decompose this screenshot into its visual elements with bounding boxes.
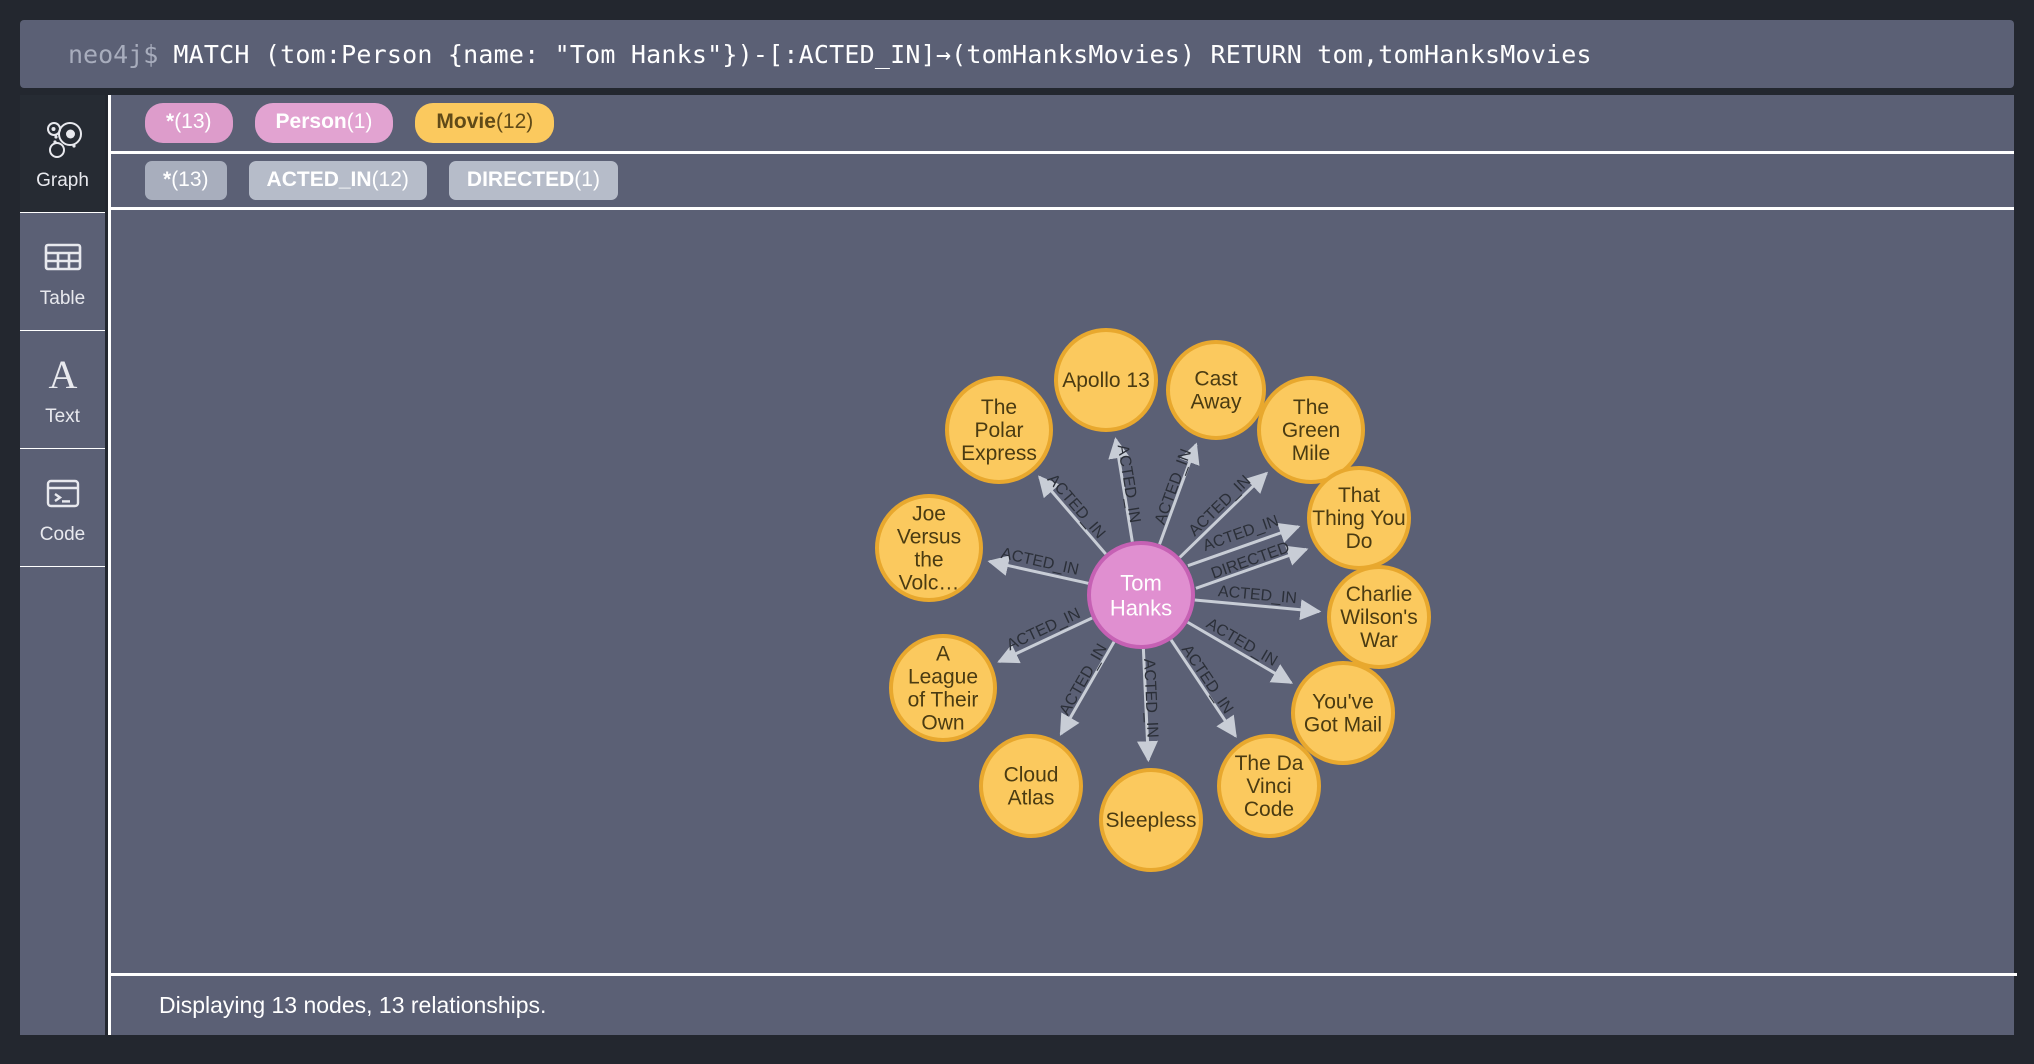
- graph-node[interactable]: JoeVersustheVolc…: [875, 494, 983, 602]
- relationship-caption: ACTED_IN: [1186, 472, 1255, 539]
- pill-name: Person: [275, 110, 347, 134]
- svg-text:A: A: [48, 353, 77, 397]
- node-circle[interactable]: [945, 376, 1053, 484]
- graph-node[interactable]: ThePolarExpress: [945, 376, 1053, 484]
- pill-count: (12): [371, 167, 409, 191]
- sidebar-label-code: Code: [39, 524, 86, 545]
- node-label-pill-movie[interactable]: Movie(12): [415, 103, 555, 143]
- view-mode-sidebar: Graph Table A Text Code: [20, 95, 105, 1035]
- pill-name: Movie: [436, 110, 496, 134]
- node-circle[interactable]: [1099, 768, 1203, 872]
- node-circle[interactable]: [1054, 328, 1158, 432]
- graph-node[interactable]: CloudAtlas: [979, 734, 1083, 838]
- status-message: Displaying 13 nodes, 13 relationships.: [159, 992, 547, 1018]
- graph-relationship[interactable]: [1194, 598, 1322, 621]
- pill-name: *: [163, 167, 172, 191]
- node-circle[interactable]: [889, 634, 997, 742]
- graph-node[interactable]: Apollo 13: [1054, 328, 1158, 432]
- relationship-caption: DIRECTED: [1209, 539, 1292, 582]
- graph-node[interactable]: CastAway: [1166, 340, 1266, 440]
- query-editor[interactable]: neo4j$ MATCH (tom:Person {name: "Tom Han…: [20, 20, 2014, 88]
- node-circle[interactable]: [1327, 565, 1431, 669]
- relationship-pill-all[interactable]: *(13): [145, 160, 227, 201]
- graph-relationship[interactable]: [1186, 620, 1294, 685]
- node-circle[interactable]: [979, 734, 1083, 838]
- graph-node-center[interactable]: TomHanks: [1087, 541, 1195, 649]
- sidebar-item-table[interactable]: Table: [20, 213, 105, 331]
- relationship-type-pill-row: *(13) ACTED_IN(12) DIRECTED(1): [111, 154, 2014, 210]
- graph-relationship[interactable]: [1108, 437, 1134, 542]
- node-circle[interactable]: [1291, 661, 1395, 765]
- graph-relationship[interactable]: [1195, 545, 1309, 590]
- node-label-pill-person[interactable]: Person(1): [254, 103, 394, 143]
- graph-relationship[interactable]: [997, 616, 1093, 664]
- sidebar-item-code[interactable]: Code: [20, 449, 105, 567]
- text-icon: A: [41, 353, 85, 397]
- graph-relationship[interactable]: [1178, 471, 1269, 559]
- sidebar-item-graph[interactable]: Graph: [20, 95, 105, 213]
- graph-relationship[interactable]: [1158, 442, 1200, 545]
- relationship-caption: ACTED_IN: [1044, 471, 1109, 542]
- sidebar-item-text[interactable]: A Text: [20, 331, 105, 449]
- pill-count: (13): [174, 110, 212, 134]
- result-panel: *(13) Person(1) Movie(12) *(13) ACTED_IN…: [108, 95, 2017, 1035]
- sidebar-label-text: Text: [45, 406, 80, 427]
- relationship-pill-acted-in[interactable]: ACTED_IN(12): [248, 160, 427, 201]
- graph-relationship[interactable]: [1137, 648, 1158, 763]
- graph-relationship[interactable]: [987, 555, 1089, 585]
- pill-name: DIRECTED: [466, 167, 575, 191]
- sidebar-label-graph: Graph: [36, 170, 89, 191]
- pill-count: (13): [171, 167, 209, 191]
- node-circle[interactable]: [1217, 734, 1321, 838]
- relationship-caption: ACTED_IN: [1056, 641, 1110, 718]
- code-icon: [41, 471, 85, 515]
- graph-relationship[interactable]: [1059, 641, 1116, 736]
- graph-relationship[interactable]: [1038, 475, 1107, 556]
- relationship-caption: ACTED_IN: [1178, 642, 1236, 717]
- node-circle[interactable]: [1307, 466, 1411, 570]
- editor-query-text: MATCH (tom:Person {name: "Tom Hanks"})-[…: [173, 39, 1592, 69]
- node-label-pill-row: *(13) Person(1) Movie(12): [111, 95, 2014, 154]
- editor-prompt: neo4j$: [68, 39, 174, 69]
- node-circle[interactable]: [1087, 541, 1195, 649]
- node-layer: Apollo 13 CastAway ThePolarExpress TheGreen…: [875, 328, 1431, 872]
- pill-count: (1): [574, 167, 600, 191]
- graph-visualization-canvas[interactable]: ACTED_IN ACTED_IN ACTED_IN ACTED_IN ACTED_IN…: [111, 210, 2017, 970]
- relationship-caption: ACTED_IN: [1152, 447, 1195, 527]
- pill-count: (12): [495, 110, 534, 134]
- graph-relationship[interactable]: [1169, 639, 1237, 738]
- graph-node[interactable]: You'veGot Mail: [1291, 661, 1395, 765]
- graph-node[interactable]: Sleepless: [1099, 768, 1203, 872]
- pill-name: ACTED_IN: [266, 167, 372, 191]
- node-circle[interactable]: [1166, 340, 1266, 440]
- relationship-caption: ACTED_IN: [1004, 605, 1083, 654]
- graph-node[interactable]: The DaVinciCode: [1217, 734, 1321, 838]
- sidebar-label-table: Table: [39, 288, 86, 309]
- graph-icon: [41, 117, 85, 161]
- table-icon: [41, 235, 85, 279]
- node-circle[interactable]: [875, 494, 983, 602]
- relationship-pill-directed[interactable]: DIRECTED(1): [448, 160, 618, 201]
- graph-node[interactable]: TheGreenMile: [1257, 376, 1365, 484]
- relationship-caption: ACTED_IN: [1203, 615, 1280, 670]
- graph-node[interactable]: ThatThing YouDo: [1307, 466, 1411, 570]
- node-circle[interactable]: [1257, 376, 1365, 484]
- pill-count: (1): [346, 110, 373, 134]
- graph-svg: ACTED_IN ACTED_INACTED_IN ACTED_INACTED_IN…: [875, 328, 1431, 872]
- pill-name: *: [166, 110, 175, 134]
- status-bar: Displaying 13 nodes, 13 relationships.: [111, 973, 2017, 1035]
- graph-node[interactable]: CharlieWilson'sWar: [1327, 565, 1431, 669]
- graph-node[interactable]: ALeagueof TheirOwn: [889, 634, 997, 742]
- node-label-pill-all[interactable]: *(13): [145, 103, 233, 143]
- neo4j-browser-result-frame: neo4j$ MATCH (tom:Person {name: "Tom Han…: [0, 0, 2034, 1064]
